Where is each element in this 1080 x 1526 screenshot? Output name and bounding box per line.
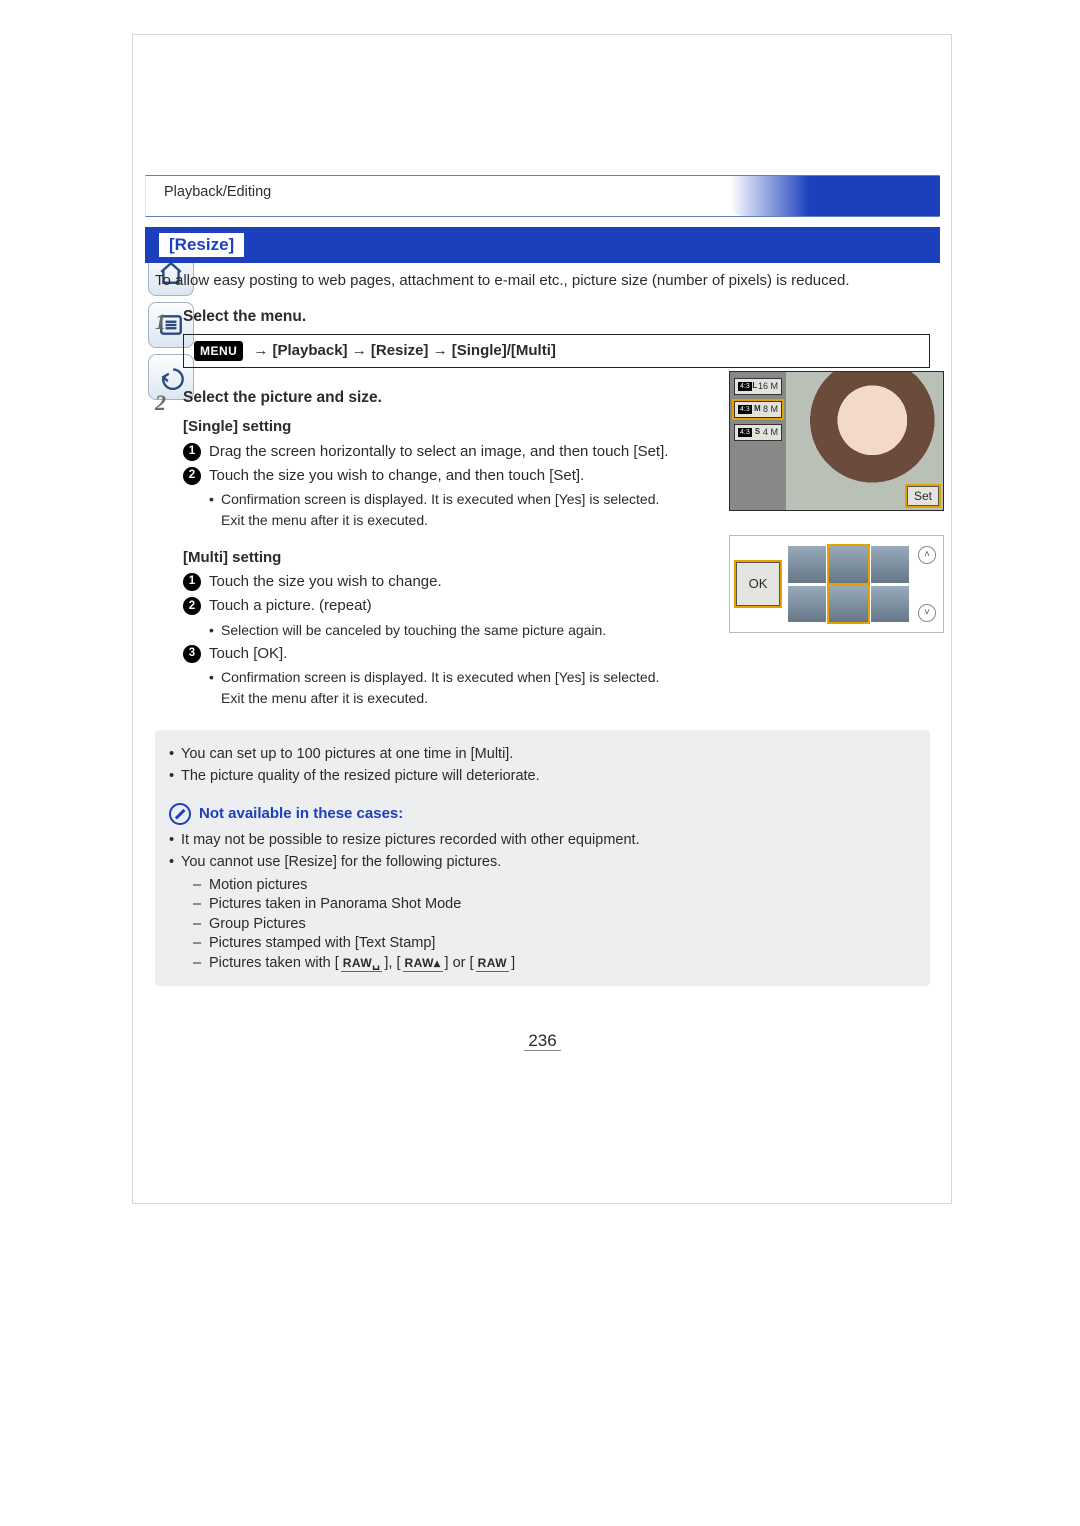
- thumbnail-grid: [788, 546, 909, 622]
- single-sub-1-text: Confirmation screen is displayed. It is …: [221, 490, 659, 509]
- step-number: 2: [155, 388, 183, 707]
- na-sub-e: – Pictures taken with [RAW␣], [RAW▴] or …: [193, 954, 916, 974]
- step-number: 1: [155, 307, 183, 382]
- size-option-4m: 4:3S4 M: [734, 424, 782, 441]
- single-item-2: 2 Touch the size you wish to change, and…: [183, 466, 683, 486]
- thumb: [788, 586, 826, 623]
- section-title: [Resize]: [159, 233, 244, 257]
- bullet-icon: 2: [183, 467, 201, 485]
- bullet-icon: 2: [183, 597, 201, 615]
- multi-sub-2-text: Confirmation screen is displayed. It is …: [221, 668, 659, 687]
- sep: ,: [388, 955, 396, 971]
- single-item-1: 1 Drag the screen horizontally to select…: [183, 442, 683, 462]
- note-2: The picture quality of the resized pictu…: [181, 767, 540, 787]
- screenshot-multi: OK ˄ ˅: [729, 535, 944, 633]
- ok-button: OK: [736, 562, 780, 606]
- aspect-ratio-badge: 4:3: [738, 428, 752, 437]
- thumb-selected: [829, 546, 867, 583]
- multi-sub-2: •Confirmation screen is displayed. It is…: [209, 668, 683, 687]
- menu-path-box: MENU → [Playback] → [Resize] → [Single]/…: [183, 334, 930, 368]
- multi-sub-3: Exit the menu after it is executed.: [221, 689, 683, 708]
- note-1: You can set up to 100 pictures at one ti…: [181, 745, 513, 765]
- na-sub-a: Motion pictures: [209, 876, 307, 896]
- single-setting-head: [Single] setting: [183, 417, 683, 437]
- single-item-1-text: Drag the screen horizontally to select a…: [209, 442, 668, 462]
- thumb: [871, 586, 909, 623]
- not-available-title: Not available in these cases:: [199, 804, 403, 824]
- multi-item-1: 1 Touch the size you wish to change.: [183, 572, 683, 592]
- thumb: [788, 546, 826, 583]
- step-title: Select the menu.: [183, 307, 930, 328]
- bullet-icon: 3: [183, 645, 201, 663]
- single-sub-2: Exit the menu after it is executed.: [221, 511, 683, 530]
- na-sub-d: Pictures stamped with [Text Stamp]: [209, 934, 435, 954]
- multi-item-3: 3 Touch [OK].: [183, 644, 683, 664]
- menu-badge: MENU: [194, 341, 243, 361]
- notes-box: •You can set up to 100 pictures at one t…: [155, 730, 930, 986]
- screenshot-single: 4:3L16 M 4:3M8 M 4:3S4 M Set: [729, 371, 944, 511]
- page-number: 236: [155, 1030, 930, 1053]
- size-option-8m-selected: 4:3M8 M: [734, 401, 782, 418]
- raw-icon-2: RAW▴: [403, 955, 443, 972]
- aspect-ratio-badge: 4:3: [738, 382, 752, 391]
- section-banner: [Resize]: [145, 227, 940, 263]
- sep: or: [449, 955, 470, 971]
- single-item-2-text: Touch the size you wish to change, and t…: [209, 466, 584, 486]
- not-available-icon: [169, 803, 191, 825]
- scroll-down-icon: ˅: [918, 604, 936, 622]
- raw-icon-3: RAW: [476, 955, 510, 972]
- size-label: 8 M: [763, 403, 778, 415]
- thumb: [871, 546, 909, 583]
- thumb-selected: [829, 586, 867, 623]
- bullet-icon: 1: [183, 573, 201, 591]
- size-label: 16 M: [758, 380, 778, 392]
- content-body: To allow easy posting to web pages, atta…: [145, 271, 940, 1053]
- scroll-up-icon: ˄: [918, 546, 936, 564]
- bullet-icon: 1: [183, 443, 201, 461]
- intro-text: To allow easy posting to web pages, atta…: [155, 271, 930, 291]
- size-label: 4 M: [763, 426, 778, 438]
- multi-item-3-text: Touch [OK].: [209, 644, 287, 664]
- single-sub-1: •Confirmation screen is displayed. It is…: [209, 490, 683, 509]
- multi-sub-1: •Selection will be canceled by touching …: [209, 621, 683, 640]
- set-button: Set: [907, 486, 939, 506]
- raw-icon-1: RAW␣: [341, 955, 383, 972]
- size-option-16m: 4:3L16 M: [734, 378, 782, 395]
- breadcrumb: Playback/Editing: [164, 184, 271, 200]
- na-line-1: It may not be possible to resize picture…: [181, 831, 640, 851]
- na-sub-e-prefix: Pictures taken with: [209, 955, 335, 971]
- multi-item-1-text: Touch the size you wish to change.: [209, 572, 442, 592]
- aspect-ratio-badge: 4:3: [738, 405, 752, 414]
- multi-item-2-text: Touch a picture. (repeat): [209, 596, 372, 616]
- multi-sub-1-text: Selection will be canceled by touching t…: [221, 621, 606, 640]
- multi-setting-head: [Multi] setting: [183, 548, 683, 568]
- menu-path: → [Playback] → [Resize] → [Single]/[Mult…: [253, 341, 556, 361]
- na-sub-b: Pictures taken in Panorama Shot Mode: [209, 895, 461, 915]
- multi-item-2: 2 Touch a picture. (repeat): [183, 596, 683, 616]
- chapter-header: Playback/Editing: [145, 175, 940, 217]
- na-sub-c: Group Pictures: [209, 915, 306, 935]
- sample-photo: Set: [786, 372, 943, 510]
- na-line-2: You cannot use [Resize] for the followin…: [181, 853, 501, 873]
